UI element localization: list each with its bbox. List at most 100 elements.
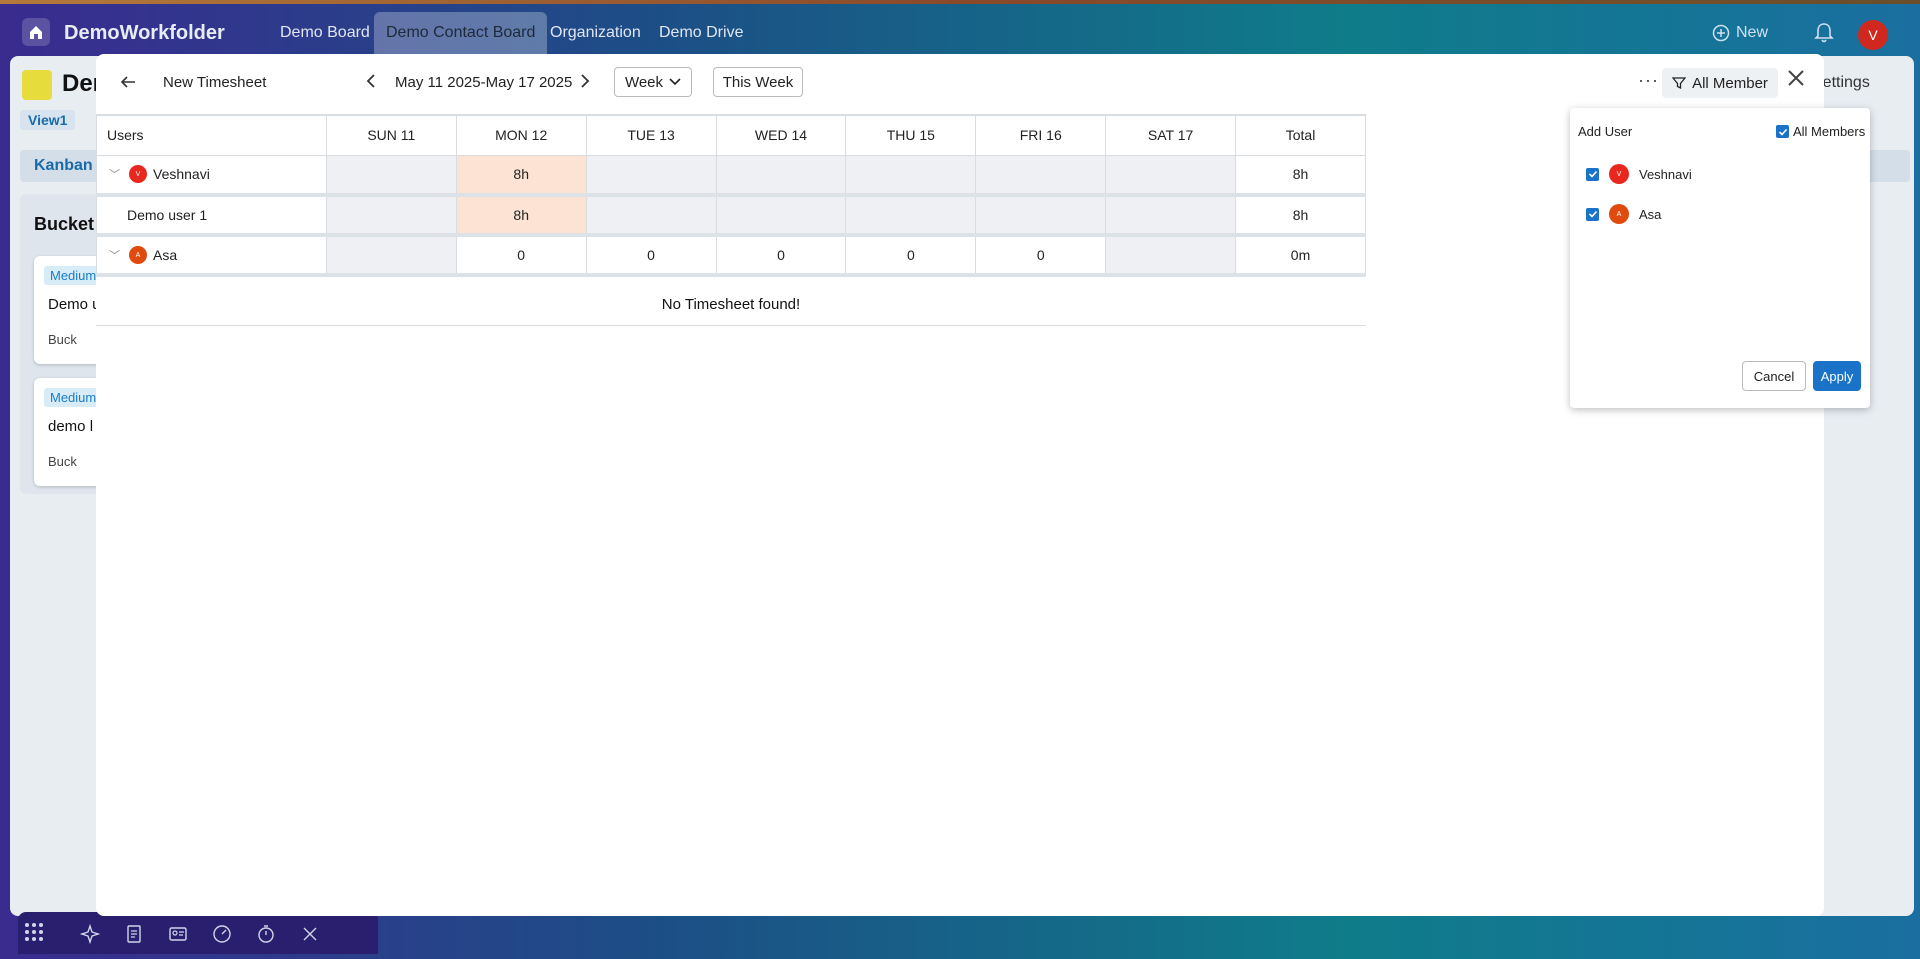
contact-card-icon[interactable] — [168, 924, 188, 944]
day-cell[interactable] — [845, 195, 977, 237]
all-members-checkbox[interactable]: All Members — [1776, 124, 1865, 139]
more-options-icon[interactable]: ··· — [1638, 70, 1659, 91]
day-cell[interactable]: 0 — [715, 235, 847, 277]
bottom-dock — [18, 912, 378, 954]
chevron-down-icon[interactable]: ﹀ — [109, 166, 123, 182]
user-cell[interactable]: ﹀ V Veshnavi — [96, 155, 327, 197]
top-strip — [0, 0, 1920, 4]
all-member-filter-button[interactable]: All Member — [1662, 68, 1778, 98]
header-total: Total — [1235, 114, 1366, 156]
checkbox-checked-icon[interactable] — [1776, 125, 1789, 138]
chevron-down-icon — [669, 78, 681, 86]
card-bucket: Buck — [48, 332, 77, 347]
tools-icon[interactable] — [300, 924, 320, 944]
day-cell[interactable]: 0 — [975, 235, 1107, 277]
day-cell[interactable] — [1105, 155, 1237, 197]
close-icon[interactable] — [1786, 64, 1806, 95]
header-mon: MON 12 — [455, 114, 587, 156]
day-cell[interactable] — [1105, 195, 1237, 237]
day-cell[interactable] — [325, 235, 457, 277]
kanban-label[interactable]: Kanban — [34, 157, 93, 175]
day-cell[interactable] — [845, 155, 977, 197]
user-name: Veshnavi — [153, 166, 210, 183]
table-row: ﹀ V Veshnavi 8h 8h — [96, 155, 1366, 197]
header-thu: THU 15 — [845, 114, 977, 156]
day-cell[interactable] — [715, 195, 847, 237]
table-row: Demo user 1 8h 8h — [96, 195, 1366, 237]
card-title: Demo u — [48, 296, 101, 313]
week-dropdown-label: Week — [624, 73, 664, 91]
chevron-down-icon[interactable]: ﹀ — [109, 247, 123, 263]
back-button[interactable] — [118, 72, 138, 98]
header-wed: WED 14 — [715, 114, 847, 156]
checkbox-checked-icon[interactable] — [1586, 207, 1599, 221]
day-cell[interactable] — [585, 195, 717, 237]
new-button-label: New — [1736, 24, 1769, 41]
app-title: DemoWorkfolder — [64, 22, 225, 44]
week-dropdown[interactable]: Week — [614, 67, 692, 97]
new-button[interactable]: New — [1712, 24, 1768, 42]
timesheet-table: Users SUN 11 MON 12 TUE 13 WED 14 THU 15… — [96, 114, 1366, 277]
header-tue: TUE 13 — [585, 114, 717, 156]
day-cell[interactable] — [1105, 235, 1237, 277]
timer-icon[interactable] — [256, 924, 276, 944]
gauge-icon[interactable] — [212, 924, 232, 944]
day-cell[interactable] — [975, 155, 1107, 197]
this-week-button[interactable]: This Week — [713, 67, 803, 97]
day-cell[interactable] — [325, 155, 457, 197]
avatar: A — [129, 246, 147, 264]
day-cell[interactable] — [585, 155, 717, 197]
user-cell: Demo user 1 — [96, 195, 327, 237]
apps-grid-icon[interactable] — [24, 922, 44, 947]
tab-demo-drive[interactable]: Demo Drive — [647, 12, 755, 54]
next-week-button[interactable] — [578, 72, 592, 95]
table-row: ﹀ A Asa 0 0 0 0 0 0m — [96, 235, 1366, 277]
day-cell[interactable] — [715, 155, 847, 197]
filter-icon — [1672, 77, 1687, 90]
priority-badge: Medium — [44, 388, 103, 407]
tab-organization[interactable]: Organization — [538, 12, 653, 54]
user-name: Demo user 1 — [127, 207, 208, 223]
card-bucket: Buck — [48, 454, 77, 469]
panel-title: Add User — [1578, 124, 1633, 139]
prev-week-button[interactable] — [364, 72, 378, 95]
home-button[interactable] — [22, 18, 50, 46]
day-cell[interactable]: 8h — [455, 195, 587, 237]
day-cell[interactable]: 0 — [845, 235, 977, 277]
avatar: V — [1609, 164, 1629, 184]
board-logo — [22, 70, 52, 100]
chevron-right-icon — [581, 74, 590, 88]
view-tab[interactable]: View1 — [20, 110, 76, 130]
total-cell: 0m — [1235, 235, 1366, 277]
home-icon — [30, 26, 42, 39]
day-cell[interactable]: 8h — [455, 155, 587, 197]
table-header-row: Users SUN 11 MON 12 TUE 13 WED 14 THU 15… — [96, 114, 1366, 156]
avatar: V — [129, 165, 147, 184]
user-avatar[interactable]: V — [1858, 20, 1888, 50]
panel-user-item[interactable]: A Asa — [1586, 204, 1661, 224]
day-cell[interactable]: 0 — [455, 235, 587, 277]
cancel-button[interactable]: Cancel — [1742, 361, 1806, 391]
day-cell[interactable] — [325, 195, 457, 237]
document-icon[interactable] — [124, 924, 144, 944]
user-name: Asa — [153, 247, 178, 263]
header-fri: FRI 16 — [975, 114, 1107, 156]
total-cell: 8h — [1235, 195, 1366, 237]
tab-demo-board[interactable]: Demo Board — [268, 12, 382, 54]
sparkle-icon[interactable] — [79, 923, 101, 945]
tab-demo-contact-board[interactable]: Demo Contact Board — [374, 12, 548, 54]
plus-circle-icon — [1712, 24, 1730, 42]
bucket-label: Bucket — [34, 214, 95, 234]
day-cell[interactable] — [975, 195, 1107, 237]
all-member-label: All Member — [1692, 74, 1768, 92]
arrow-left-icon — [120, 76, 135, 88]
empty-message: No Timesheet found! — [96, 288, 1366, 326]
header-users: Users — [96, 114, 327, 156]
checkbox-checked-icon[interactable] — [1586, 167, 1599, 181]
apply-button[interactable]: Apply — [1813, 361, 1861, 391]
priority-badge: Medium — [44, 266, 103, 285]
bell-icon[interactable] — [1814, 22, 1834, 49]
user-cell[interactable]: ﹀ A Asa — [96, 235, 327, 277]
panel-user-item[interactable]: V Veshnavi — [1586, 164, 1692, 184]
day-cell[interactable]: 0 — [585, 235, 717, 277]
